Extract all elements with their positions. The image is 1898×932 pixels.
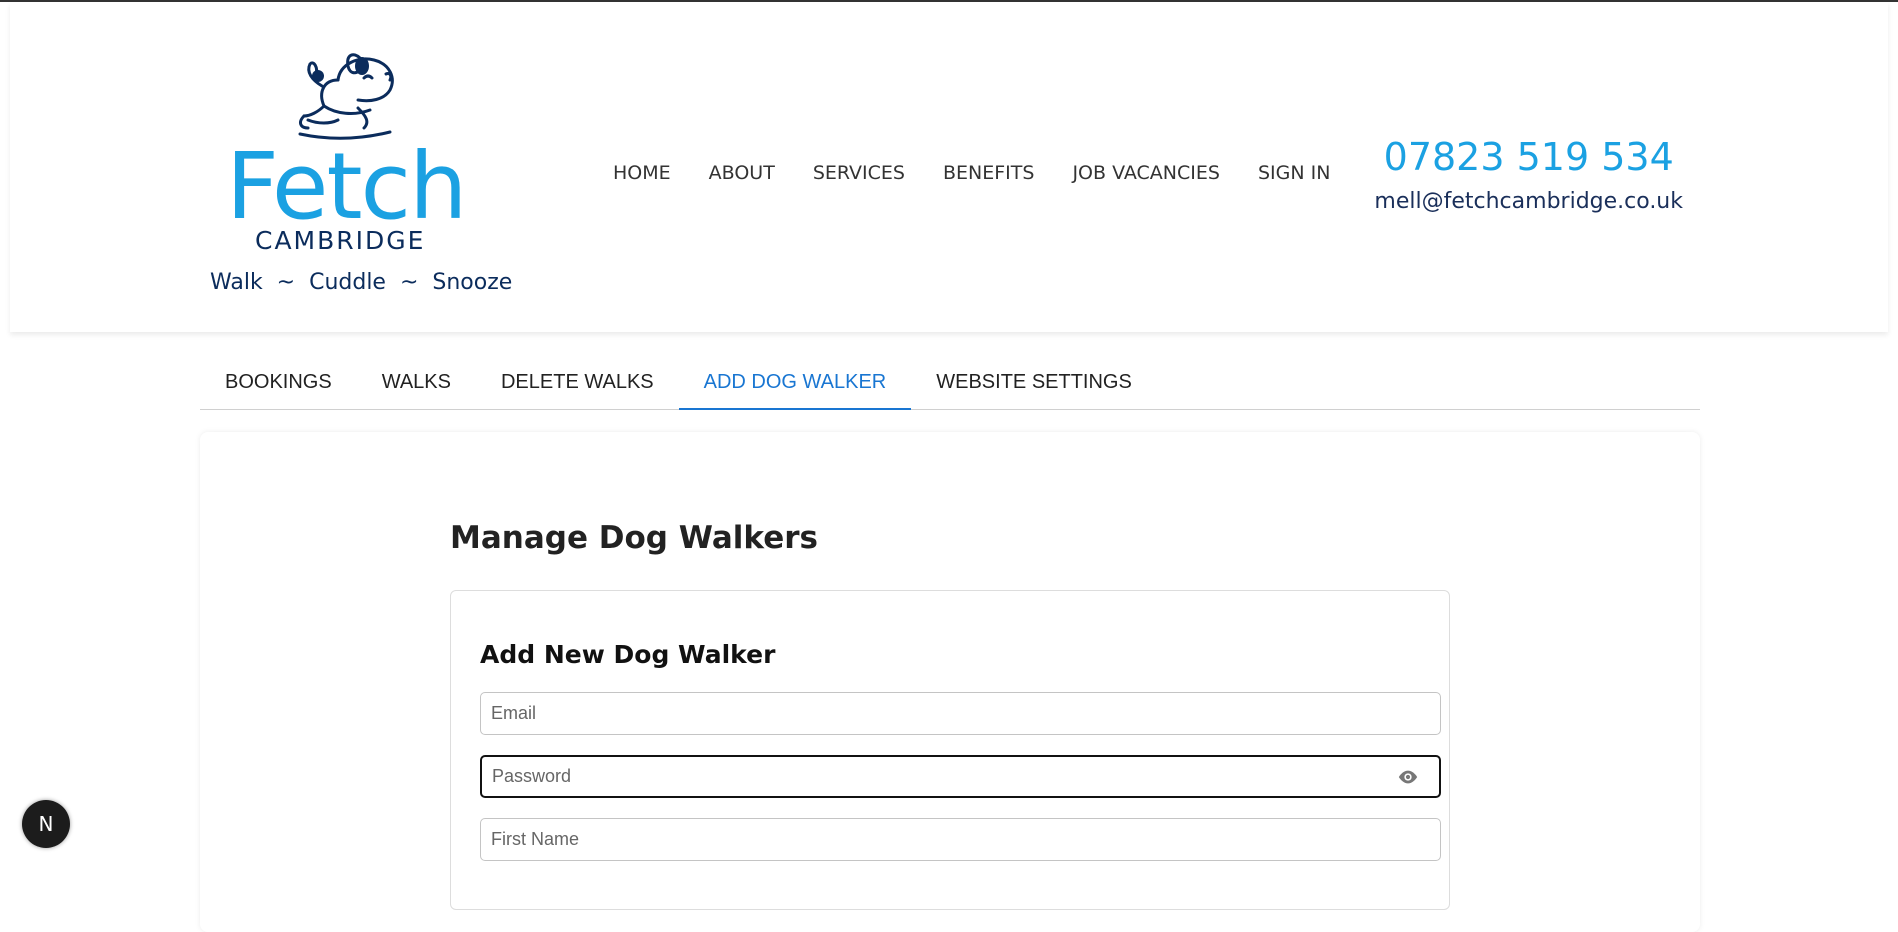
email-field: [480, 692, 1441, 735]
brand-name: Fetch: [226, 133, 467, 240]
brand-tagline: Walk ~ Cuddle ~ Snooze: [210, 270, 513, 295]
tab-bookings[interactable]: BOOKINGS: [200, 362, 357, 410]
page-title: Manage Dog Walkers: [450, 520, 818, 556]
nav-job-vacancies[interactable]: JOB VACANCIES: [1072, 162, 1220, 184]
email-input[interactable]: [481, 693, 1440, 734]
add-walker-form-card: [450, 590, 1450, 910]
nav-sign-in[interactable]: SIGN IN: [1258, 162, 1330, 184]
nav-home[interactable]: HOME: [613, 162, 671, 184]
nextjs-dev-badge[interactable]: N: [22, 800, 70, 848]
brand-location: CAMBRIDGE: [255, 226, 426, 255]
nav-benefits[interactable]: BENEFITS: [943, 162, 1034, 184]
password-input[interactable]: [482, 757, 1439, 796]
password-field: [480, 755, 1441, 798]
nextjs-icon: N: [38, 812, 54, 836]
nav-services[interactable]: SERVICES: [813, 162, 905, 184]
nav-about[interactable]: ABOUT: [709, 162, 775, 184]
contact-info: 07823 519 534 mell@fetchcambridge.co.uk: [1374, 135, 1683, 214]
tab-add-dog-walker[interactable]: ADD DOG WALKER: [678, 362, 912, 410]
phone-number[interactable]: 07823 519 534: [1374, 135, 1683, 179]
first-name-field: [480, 818, 1441, 861]
email-address[interactable]: mell@fetchcambridge.co.uk: [1374, 189, 1683, 214]
eye-icon[interactable]: [1397, 768, 1419, 786]
admin-tabs: BOOKINGS WALKS DELETE WALKS ADD DOG WALK…: [200, 362, 1700, 410]
site-header: Fetch CAMBRIDGE Walk ~ Cuddle ~ Snooze H…: [10, 2, 1888, 332]
tab-walks[interactable]: WALKS: [357, 362, 476, 410]
main-nav: HOME ABOUT SERVICES BENEFITS JOB VACANCI…: [613, 162, 1368, 184]
first-name-input[interactable]: [481, 819, 1440, 860]
brand-logo[interactable]: Fetch CAMBRIDGE Walk ~ Cuddle ~ Snooze: [200, 42, 512, 302]
tab-delete-walks[interactable]: DELETE WALKS: [476, 362, 679, 410]
tab-website-settings[interactable]: WEBSITE SETTINGS: [911, 362, 1157, 410]
form-title: Add New Dog Walker: [480, 640, 776, 669]
